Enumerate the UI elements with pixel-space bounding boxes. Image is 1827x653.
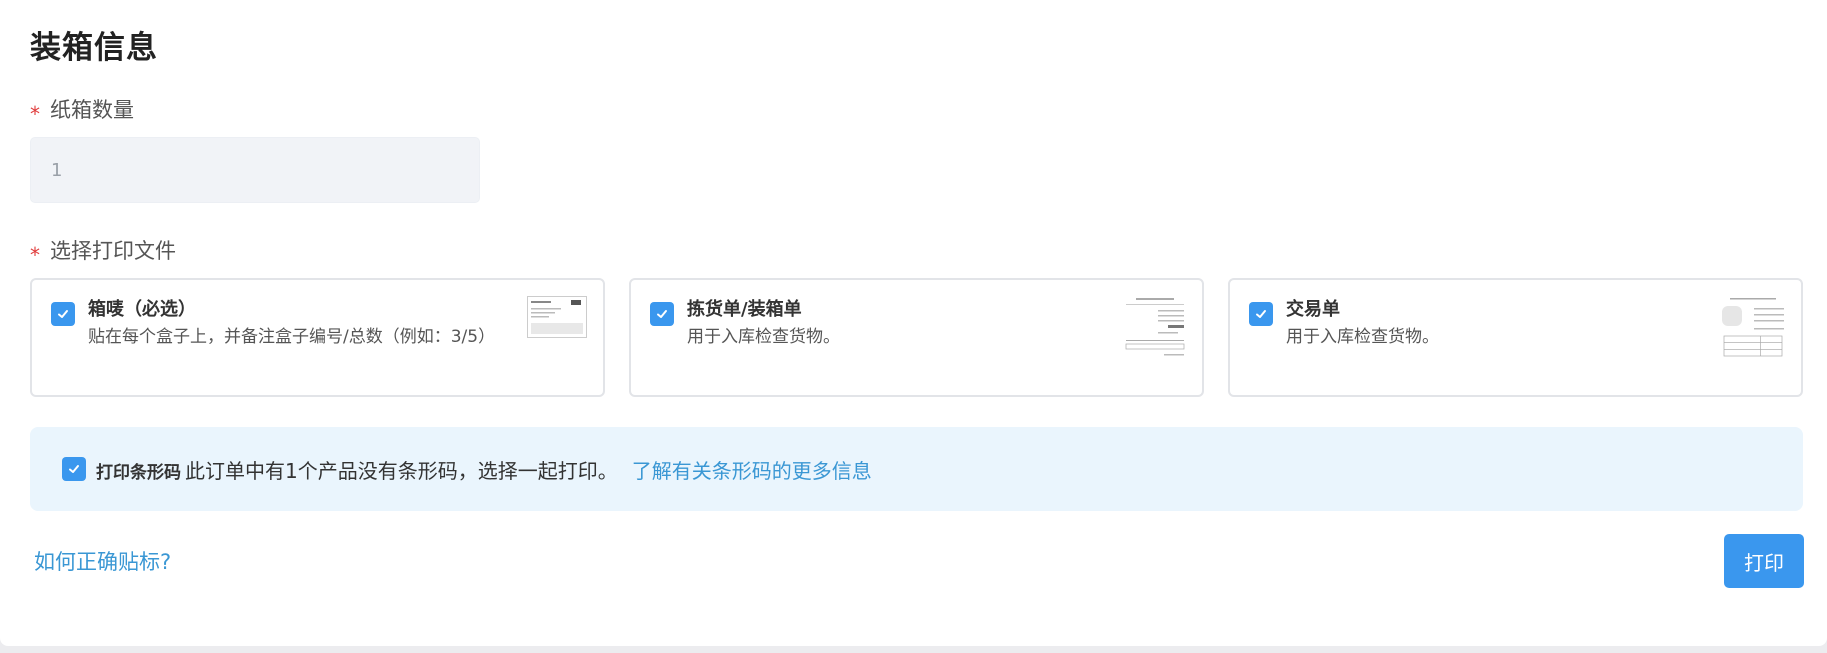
barcode-option-desc: 此订单中有1个产品没有条形码，选择一起打印。 [185, 459, 618, 483]
doc-desc: 贴在每个盒子上，并备注盒子编号/总数（例如：3/5） [88, 327, 496, 347]
checkbox-checked-icon[interactable] [650, 302, 674, 326]
barcode-option-text: 打印条形码 此订单中有1个产品没有条形码，选择一起打印。 了解有关条形码的更多信息 [96, 455, 872, 484]
checkbox-checked-icon[interactable] [51, 302, 75, 326]
carton-qty-input[interactable] [30, 137, 480, 203]
labeling-help-link[interactable]: 如何正确贴标? [34, 546, 171, 576]
shipping-label-thumbnail [527, 296, 587, 338]
doc-title: 拣货单/装箱单 [687, 299, 802, 320]
doc-desc: 用于入库检查货物。 [687, 327, 840, 347]
doc-title: 交易单 [1286, 299, 1340, 320]
carton-qty-label: * 纸箱数量 [30, 94, 134, 126]
doc-card-transaction[interactable]: 交易单 用于入库检查货物。 [1228, 278, 1803, 397]
barcode-option-label: 打印条形码 [96, 463, 181, 483]
print-files-label: * 选择打印文件 [30, 235, 176, 267]
transaction-slip-thumbnail [1722, 298, 1784, 357]
required-mark: * [30, 102, 40, 126]
print-button[interactable]: 打印 [1724, 534, 1804, 588]
packing-info-panel: 装箱信息 * 纸箱数量 * 选择打印文件 箱唛（必选） 贴在每个盒子上，并备注盒子编… [0, 0, 1827, 646]
print-files-label-text: 选择打印文件 [50, 239, 176, 263]
doc-card-packing-list[interactable]: 拣货单/装箱单 用于入库检查货物。 [629, 278, 1204, 397]
checkbox-checked-icon[interactable] [1249, 302, 1273, 326]
doc-card-shipping-mark[interactable]: 箱唛（必选） 贴在每个盒子上，并备注盒子编号/总数（例如：3/5） [30, 278, 605, 397]
required-mark: * [30, 243, 40, 267]
packing-list-thumbnail [1125, 298, 1185, 356]
checkbox-checked-icon[interactable] [62, 457, 86, 481]
carton-qty-label-text: 纸箱数量 [50, 98, 134, 122]
barcode-info-link[interactable]: 了解有关条形码的更多信息 [632, 459, 872, 483]
barcode-option-box: 打印条形码 此订单中有1个产品没有条形码，选择一起打印。 了解有关条形码的更多信息 [30, 427, 1803, 511]
doc-title: 箱唛（必选） [88, 299, 196, 320]
page-title: 装箱信息 [30, 30, 158, 66]
doc-desc: 用于入库检查货物。 [1286, 327, 1439, 347]
